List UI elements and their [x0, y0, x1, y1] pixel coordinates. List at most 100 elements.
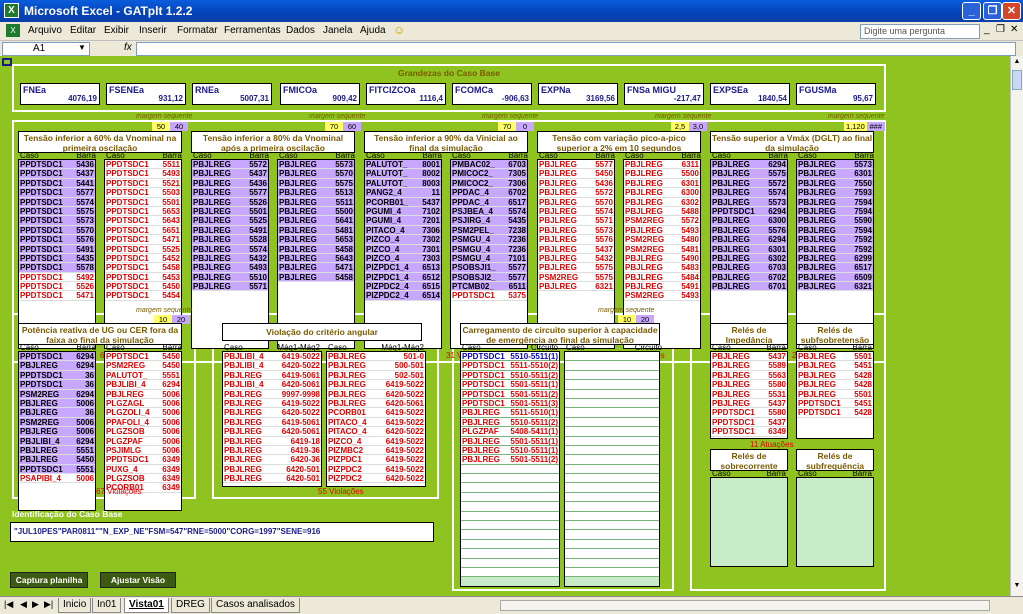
list-item[interactable]: PPDTSDC1 5428 [797, 408, 873, 418]
list-item[interactable]: PSM2REG 5575 [538, 272, 614, 283]
list-item[interactable]: PBJLREG 5432 [538, 253, 614, 264]
list-item[interactable]: PBJLREG 6509 [797, 272, 873, 283]
list-item[interactable]: PBJLREG 5501 [192, 206, 268, 217]
scroll-down-icon[interactable]: ▼ [1012, 582, 1022, 592]
list-item[interactable]: PBJLREG 5573 [711, 197, 787, 207]
list-item[interactable]: PPDTSDC1 5653 [105, 206, 181, 217]
list-item[interactable]: PBJLREG 5437 [711, 352, 787, 362]
empty-row[interactable] [565, 436, 659, 446]
list-item[interactable]: PBJLREG 5513 [278, 188, 354, 198]
list-item[interactable]: PBJLREG 5643 [278, 253, 354, 264]
empty-row[interactable] [461, 567, 559, 578]
list-item[interactable]: PBJLREG 5484 [624, 272, 700, 283]
list-item[interactable]: PPDTSDC1 5435 [19, 253, 95, 264]
list-item[interactable]: PBJLREG 5483 [624, 263, 700, 273]
list-item[interactable]: PBJLREG 5577 [192, 188, 268, 198]
grandeza-box[interactable]: FNSa MIGU -217,47 [624, 83, 704, 105]
menu-ferramentas[interactable]: Ferramentas [224, 25, 281, 36]
empty-row[interactable] [461, 474, 559, 484]
list-item[interactable]: PBJLREG 5563 [711, 370, 787, 381]
list-item[interactable]: PBJLIBI_4 6420-5061 [223, 380, 321, 390]
list-item[interactable]: PBJLREG 6321 [797, 282, 873, 292]
list-item[interactable]: PBJLREG 6419-5022 [327, 380, 425, 390]
menu-exibir[interactable]: Exibir [104, 25, 129, 36]
list-item[interactable]: PSM2REG 5450 [105, 361, 181, 371]
empty-row[interactable] [461, 521, 559, 531]
list-item[interactable]: PBJLREG 5458 [278, 272, 354, 283]
list-item[interactable]: PBJLREG 5577 [538, 160, 614, 170]
empty-row[interactable] [565, 567, 659, 578]
list-item[interactable]: PBJLREG 6301 [624, 178, 700, 189]
list-item[interactable]: PPDTSDC1 5510-5511(1) [461, 352, 559, 362]
empty-row[interactable] [461, 502, 559, 512]
list-item[interactable]: PBJLREG 5511 [278, 197, 354, 207]
list-item[interactable]: PBJLREG 5501-5511(2) [461, 455, 559, 465]
grandeza-box[interactable]: EXPNa 3169,56 [538, 83, 618, 105]
menu-dados[interactable]: Dados [286, 25, 315, 36]
menu-editar[interactable]: Editar [70, 25, 96, 36]
list-item[interactable]: PIZMBC2 6419-5022 [327, 445, 425, 456]
list-item[interactable]: PBJLIBI_4 6294 [105, 380, 181, 390]
list-item[interactable]: PBJLREG 5573 [538, 225, 614, 236]
list-item[interactable]: PBJLREG 5528 [192, 235, 268, 245]
list-item[interactable]: PBJLREG 501-0 [327, 352, 425, 362]
workbook-icon[interactable]: X [6, 24, 20, 37]
ident-value[interactable]: "JUL10PES"PAR0811""N_EXP_NE"FSM=547"RNE=… [10, 522, 434, 542]
empty-row[interactable] [565, 549, 659, 559]
list-item[interactable]: PBJLREG 5450 [19, 455, 95, 465]
list-item[interactable]: PBJLREG 5574 [192, 244, 268, 254]
list-item[interactable]: PBJLREG 6302 [711, 253, 787, 264]
list-item[interactable]: PBJLREG 6420-5061 [327, 398, 425, 409]
list-item[interactable]: PBJLREG 5491 [192, 225, 268, 236]
grandeza-box[interactable]: FNEa 4076,19 [20, 83, 100, 105]
violation-list[interactable]: PBJLREG 5577 PBJLREG 5450 PBJLREG 5436 PBJLREG… [537, 159, 615, 349]
list-item[interactable]: PBJLREG 5589 [711, 361, 787, 371]
empty-row[interactable] [565, 502, 659, 512]
list-item[interactable]: PBJLREG 6299 [797, 253, 873, 264]
list-item[interactable]: PPDAC_4 6702 [451, 188, 527, 198]
list-item[interactable]: PPDTSDC1 5437 [19, 169, 95, 179]
first-sheet-icon[interactable]: |◀ [4, 599, 13, 610]
list-item[interactable]: PBJLREG 5437 [192, 169, 268, 179]
list-item[interactable]: PPDTSDC1 5573 [19, 216, 95, 226]
list-item[interactable]: PPDTSDC1 5491 [19, 244, 95, 254]
list-item[interactable]: PIZCO_4 7301 [365, 244, 441, 254]
list-item[interactable]: PPDTSDC1 5501 [105, 197, 181, 207]
list-item[interactable]: PBJLREG 5493 [192, 263, 268, 273]
list-item[interactable]: PBJLREG 6701 [711, 282, 787, 292]
list-item[interactable]: PBJLREG 5488 [624, 206, 700, 217]
list-item[interactable]: PPDTSDC1 36 [19, 380, 95, 390]
name-box[interactable]: A1 [2, 42, 90, 56]
list-item[interactable]: PBJLREG 6419-5022 [223, 398, 321, 409]
list-item[interactable]: PBJLREG 5501 [797, 352, 873, 362]
list-item[interactable]: PBJLREG 6301 [797, 169, 873, 179]
list-item[interactable]: PITACO_4 7306 [365, 225, 441, 236]
workbook-close-icon[interactable]: ✕ [1010, 24, 1018, 35]
list-item[interactable]: PBJLREG 5501-5511(1) [461, 436, 559, 446]
list-item[interactable]: PBJLREG 6294 [711, 235, 787, 245]
list-item[interactable]: PPAFOLI_4 5006 [105, 417, 181, 428]
tab-in01[interactable]: In01 [92, 598, 122, 613]
list-item[interactable]: PPDTSDC1 5436 [19, 160, 95, 170]
list-item[interactable]: PIZCO_4 7303 [365, 253, 441, 264]
list-item[interactable]: PSM2REG 6294 [19, 389, 95, 399]
grandeza-box[interactable]: FITCIZCOa 1116,4 [366, 83, 446, 105]
empty-row[interactable] [565, 558, 659, 568]
list-item[interactable]: PBJLREG 7594 [797, 197, 873, 207]
list-item[interactable]: PGUMI_4 7201 [365, 216, 441, 226]
list-item[interactable]: PPDTSDC1 6349 [711, 427, 787, 437]
list-item[interactable]: PPDTSDC1 5453 [105, 272, 181, 283]
menu-inserir[interactable]: Inserir [139, 25, 167, 36]
list-item[interactable]: PBJLREG 5501 [797, 389, 873, 399]
list-item[interactable]: PBJLREG 7593 [797, 188, 873, 198]
list-item[interactable]: PPDAC_4 6517 [451, 197, 527, 207]
selected-cell[interactable] [2, 58, 12, 66]
list-item[interactable]: PCORB01_ 5437 [365, 197, 441, 207]
grandeza-box[interactable]: FSENEa 931,12 [106, 83, 186, 105]
list-item[interactable]: PPDTSDC1 36 [19, 370, 95, 381]
list-item[interactable]: PPDTSDC1 5375 [451, 291, 527, 301]
list-item[interactable]: PPDTSDC1 5510-5511(2) [461, 370, 559, 381]
list-item[interactable]: PBJLREG 9997-9998 [223, 389, 321, 399]
list-item[interactable]: PBJLREG 5432 [192, 253, 268, 264]
empty-row[interactable] [461, 464, 559, 475]
